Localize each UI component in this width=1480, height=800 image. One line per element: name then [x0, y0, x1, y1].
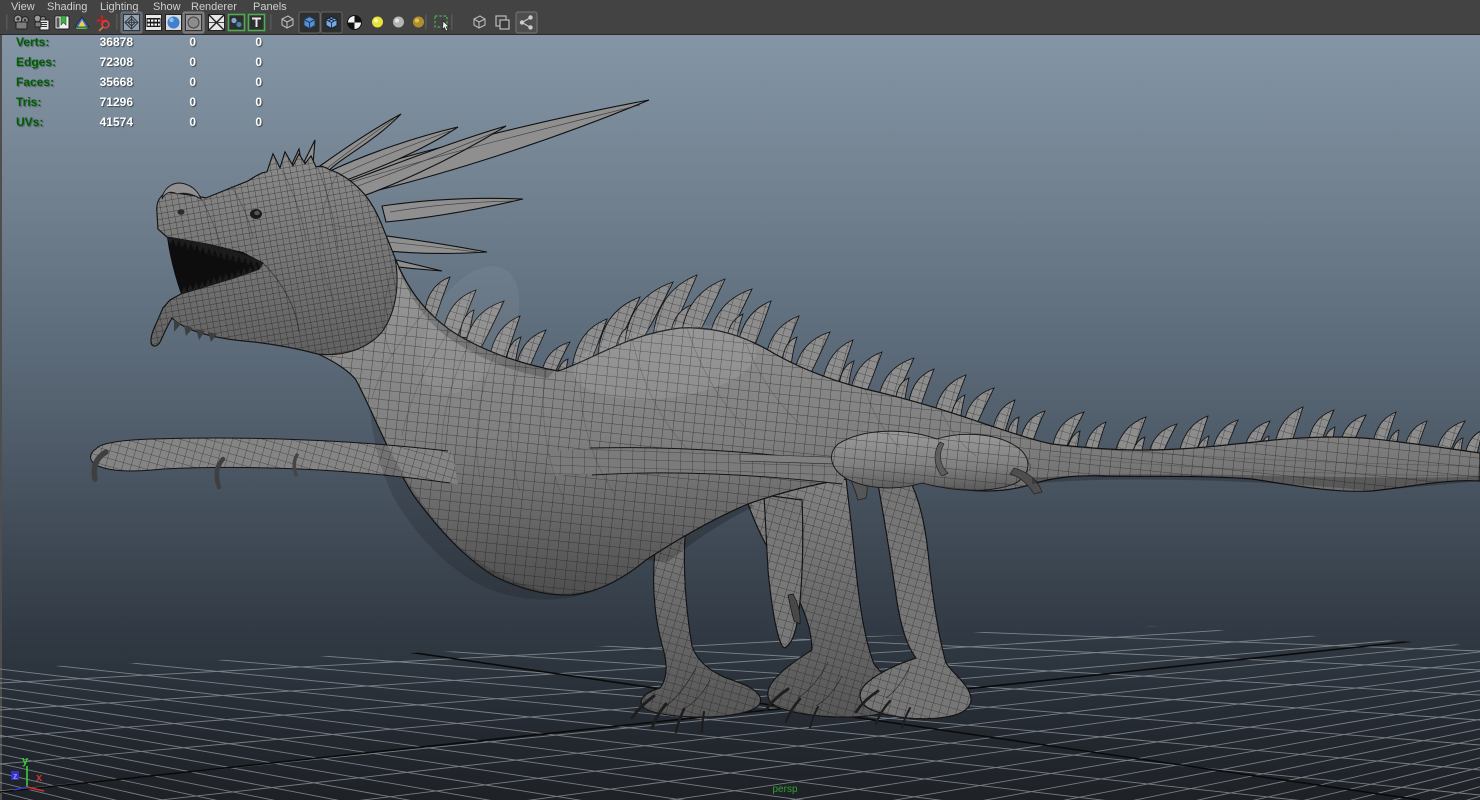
svg-text:z: z	[13, 771, 18, 781]
svg-text:x: x	[36, 772, 43, 784]
svg-text:y: y	[22, 755, 29, 767]
